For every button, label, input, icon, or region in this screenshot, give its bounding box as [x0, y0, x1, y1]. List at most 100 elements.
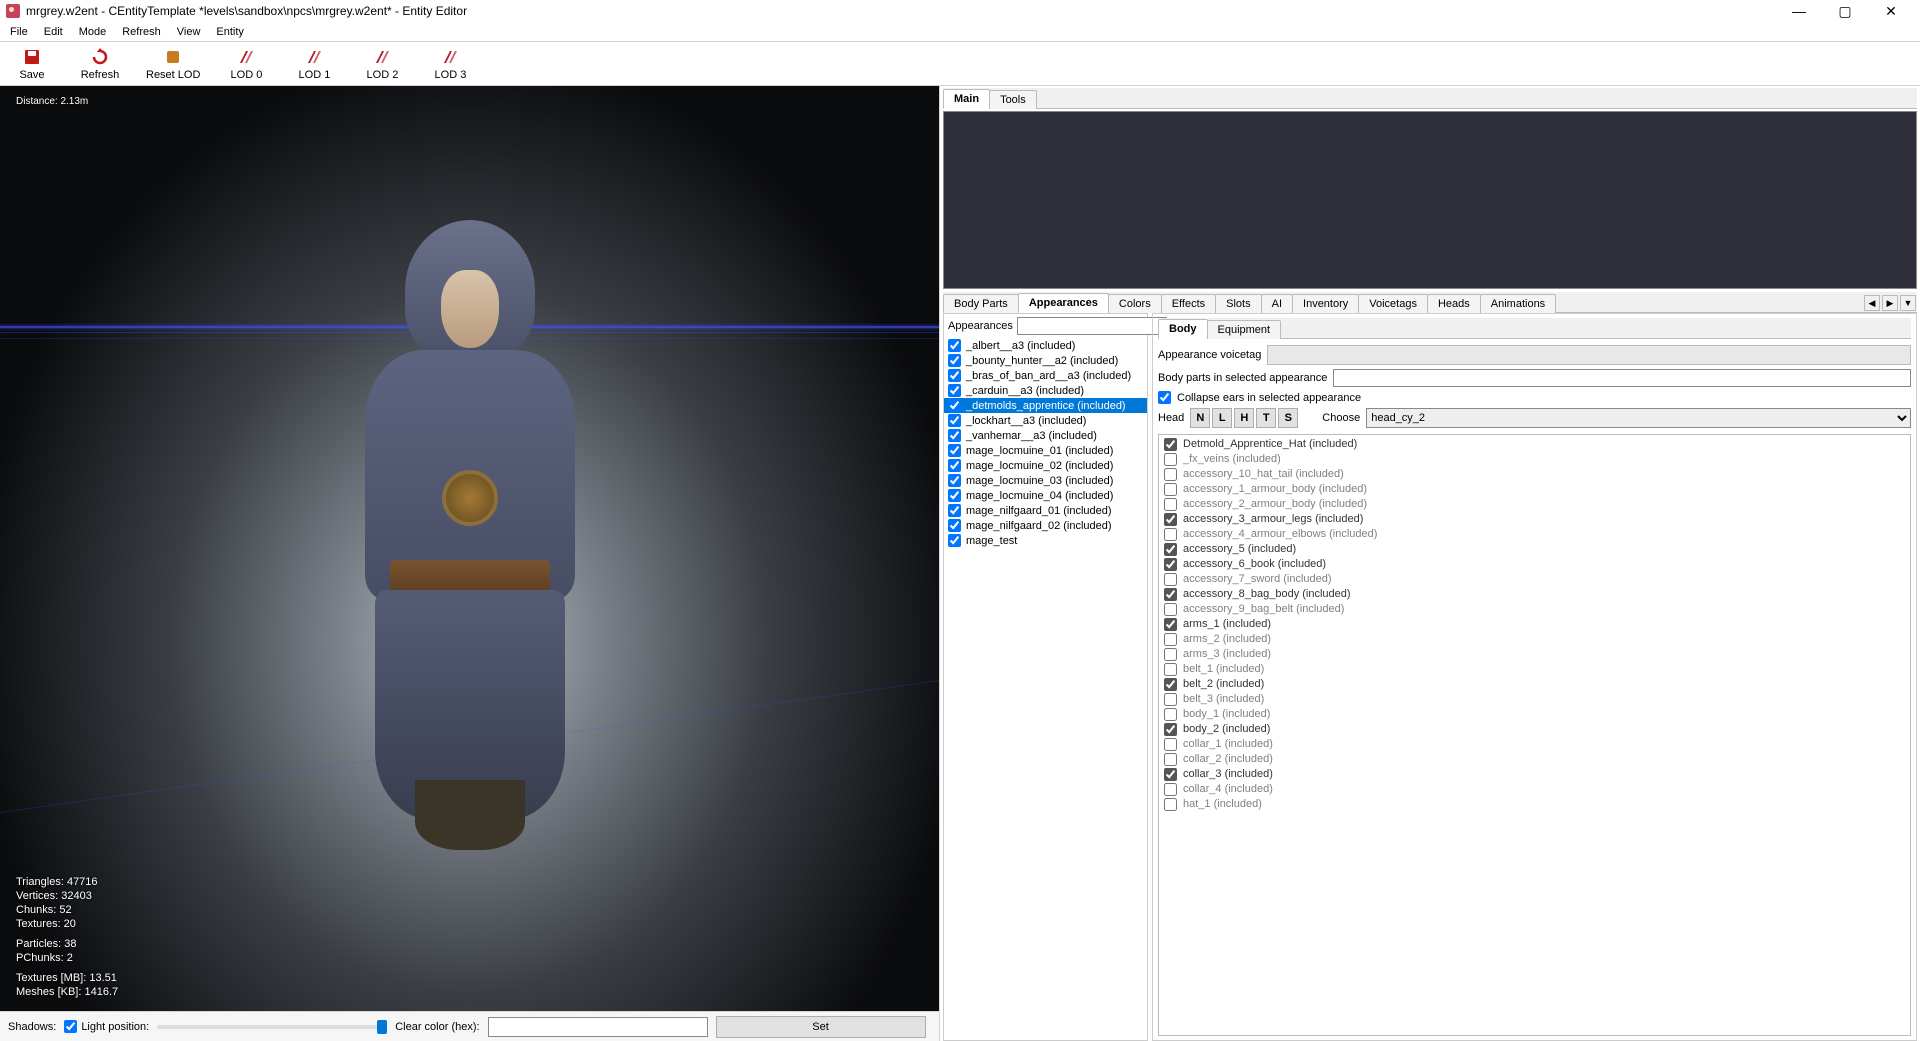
include-checkbox[interactable] [1164, 633, 1177, 646]
toolbar-lod0-button[interactable]: LOD 0 [224, 47, 268, 81]
clear-color-input[interactable] [488, 1017, 708, 1037]
include-item[interactable]: body_1 (included) [1162, 707, 1907, 722]
include-item[interactable]: hat_1 (included) [1162, 797, 1907, 812]
include-checkbox[interactable] [1164, 663, 1177, 676]
include-item[interactable]: accessory_2_armour_body (included) [1162, 497, 1907, 512]
include-checkbox[interactable] [1164, 783, 1177, 796]
include-checkbox[interactable] [1164, 453, 1177, 466]
appearance-item[interactable]: _albert__a3 (included) [944, 338, 1147, 353]
include-checkbox[interactable] [1164, 723, 1177, 736]
include-checkbox[interactable] [1164, 678, 1177, 691]
appearance-item[interactable]: _lockhart__a3 (included) [944, 413, 1147, 428]
include-item[interactable]: accessory_7_sword (included) [1162, 572, 1907, 587]
appearance-checkbox[interactable] [948, 369, 961, 382]
menu-edit[interactable]: Edit [36, 24, 71, 40]
light-position-slider[interactable] [157, 1025, 387, 1029]
menu-entity[interactable]: Entity [208, 24, 252, 40]
include-item[interactable]: belt_2 (included) [1162, 677, 1907, 692]
appearance-checkbox[interactable] [948, 384, 961, 397]
include-checkbox[interactable] [1164, 513, 1177, 526]
include-checkbox[interactable] [1164, 573, 1177, 586]
menu-mode[interactable]: Mode [71, 24, 115, 40]
tab-main[interactable]: Main [943, 89, 990, 109]
tab-body-parts[interactable]: Body Parts [943, 294, 1019, 313]
menu-file[interactable]: File [2, 24, 36, 40]
viewport-3d[interactable]: Distance: 2.13m Triangles: 47716 Vertice… [0, 86, 939, 1011]
appearance-item[interactable]: _detmolds_apprentice (included) [944, 398, 1147, 413]
include-item[interactable]: body_2 (included) [1162, 722, 1907, 737]
menu-view[interactable]: View [169, 24, 209, 40]
choose-head-select[interactable]: head_cy_2 [1366, 408, 1911, 428]
maximize-button[interactable]: ▢ [1822, 0, 1868, 22]
include-item[interactable]: _fx_veins (included) [1162, 452, 1907, 467]
include-item[interactable]: belt_1 (included) [1162, 662, 1907, 677]
include-checkbox[interactable] [1164, 468, 1177, 481]
tab-equipment[interactable]: Equipment [1207, 320, 1282, 339]
appearance-checkbox[interactable] [948, 519, 961, 532]
nav-prev-button[interactable]: ◀ [1864, 295, 1880, 311]
tab-slots[interactable]: Slots [1215, 294, 1261, 313]
tab-voicetags[interactable]: Voicetags [1358, 294, 1428, 313]
menu-refresh[interactable]: Refresh [114, 24, 169, 40]
include-checkbox[interactable] [1164, 528, 1177, 541]
include-checkbox[interactable] [1164, 768, 1177, 781]
toolbar-lod3-button[interactable]: LOD 3 [428, 47, 472, 81]
appearance-checkbox[interactable] [948, 504, 961, 517]
tab-heads[interactable]: Heads [1427, 294, 1481, 313]
include-checkbox[interactable] [1164, 753, 1177, 766]
close-button[interactable]: ✕ [1868, 0, 1914, 22]
toolbar-refresh-button[interactable]: Refresh [78, 47, 122, 81]
include-checkbox[interactable] [1164, 498, 1177, 511]
head-s-button[interactable]: S [1278, 408, 1298, 428]
include-item[interactable]: accessory_5 (included) [1162, 542, 1907, 557]
appearance-item[interactable]: _bounty_hunter__a2 (included) [944, 353, 1147, 368]
minimize-button[interactable]: — [1776, 0, 1822, 22]
include-checkbox[interactable] [1164, 618, 1177, 631]
include-checkbox[interactable] [1164, 543, 1177, 556]
appearance-checkbox[interactable] [948, 339, 961, 352]
toolbar-reset-lod-button[interactable]: Reset LOD [146, 47, 200, 81]
appearances-filter-input[interactable] [1017, 317, 1167, 335]
appearance-checkbox[interactable] [948, 444, 961, 457]
include-item[interactable]: belt_3 (included) [1162, 692, 1907, 707]
tab-animations[interactable]: Animations [1480, 294, 1556, 313]
tab-ai[interactable]: AI [1261, 294, 1293, 313]
tab-inventory[interactable]: Inventory [1292, 294, 1359, 313]
include-item[interactable]: Detmold_Apprentice_Hat (included) [1162, 437, 1907, 452]
appearance-item[interactable]: mage_locmuine_03 (included) [944, 473, 1147, 488]
tab-appearances[interactable]: Appearances [1018, 293, 1109, 313]
include-checkbox[interactable] [1164, 588, 1177, 601]
tab-body[interactable]: Body [1158, 319, 1208, 339]
include-item[interactable]: collar_2 (included) [1162, 752, 1907, 767]
appearance-item[interactable]: _vanhemar__a3 (included) [944, 428, 1147, 443]
toolbar-lod2-button[interactable]: LOD 2 [360, 47, 404, 81]
appearance-checkbox[interactable] [948, 474, 961, 487]
include-item[interactable]: accessory_9_bag_belt (included) [1162, 602, 1907, 617]
includes-list[interactable]: Detmold_Apprentice_Hat (included)_fx_vei… [1158, 434, 1911, 1036]
tab-tools[interactable]: Tools [989, 90, 1037, 109]
appearance-item[interactable]: mage_locmuine_02 (included) [944, 458, 1147, 473]
include-checkbox[interactable] [1164, 483, 1177, 496]
include-item[interactable]: arms_1 (included) [1162, 617, 1907, 632]
appearance-item[interactable]: mage_nilfgaard_02 (included) [944, 518, 1147, 533]
include-item[interactable]: accessory_1_armour_body (included) [1162, 482, 1907, 497]
include-checkbox[interactable] [1164, 438, 1177, 451]
include-checkbox[interactable] [1164, 693, 1177, 706]
appearance-checkbox[interactable] [948, 534, 961, 547]
appearance-checkbox[interactable] [948, 429, 961, 442]
toolbar-save-button[interactable]: Save [10, 47, 54, 81]
collapse-ears-checkbox[interactable] [1158, 391, 1171, 404]
include-item[interactable]: collar_4 (included) [1162, 782, 1907, 797]
appearance-list[interactable]: _albert__a3 (included)_bounty_hunter__a2… [944, 338, 1147, 1040]
include-checkbox[interactable] [1164, 738, 1177, 751]
include-item[interactable]: accessory_4_armour_elbows (included) [1162, 527, 1907, 542]
include-checkbox[interactable] [1164, 603, 1177, 616]
include-item[interactable]: collar_1 (included) [1162, 737, 1907, 752]
appearance-item[interactable]: mage_locmuine_04 (included) [944, 488, 1147, 503]
nav-next-button[interactable]: ▶ [1882, 295, 1898, 311]
include-item[interactable]: arms_2 (included) [1162, 632, 1907, 647]
bodyparts-input[interactable] [1333, 369, 1911, 387]
appearance-checkbox[interactable] [948, 414, 961, 427]
include-item[interactable]: accessory_10_hat_tail (included) [1162, 467, 1907, 482]
include-item[interactable]: accessory_3_armour_legs (included) [1162, 512, 1907, 527]
